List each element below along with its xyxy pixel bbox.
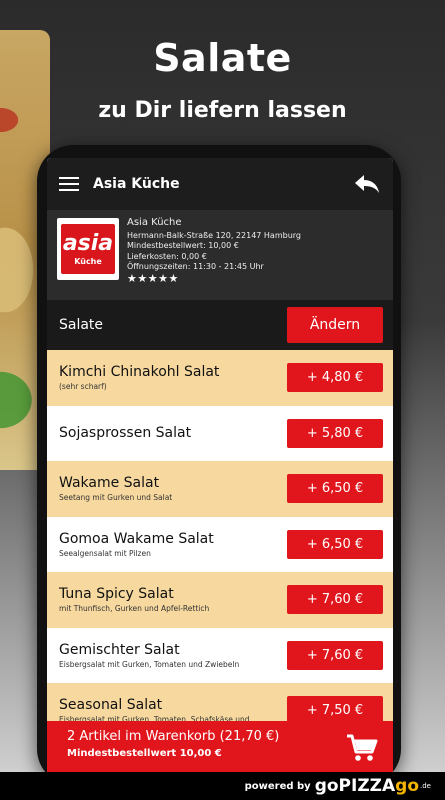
change-category-button[interactable]: Ändern xyxy=(287,307,383,343)
shop-info: Asia Küche Hermann-Balk-Straße 120, 2214… xyxy=(127,217,301,292)
cart-summary: 2 Artikel im Warenkorb (21,70 €) xyxy=(67,729,280,744)
cart-min-order: Mindestbestellwert 10,00 € xyxy=(67,748,222,759)
brand-go-2: go xyxy=(395,776,420,796)
brand-go: go xyxy=(314,776,339,796)
item-name: Tuna Spicy Salat xyxy=(59,586,174,603)
shop-name: Asia Küche xyxy=(127,217,182,228)
footer-prefix: powered by xyxy=(244,780,311,792)
category-bar: Salate Ändern xyxy=(47,300,393,350)
item-description: Eisbergsalat mit Gurken, Tomaten und Zwi… xyxy=(59,659,240,669)
shopping-cart-icon[interactable] xyxy=(345,733,379,763)
item-name: Wakame Salat xyxy=(59,475,160,492)
back-arrow-icon[interactable] xyxy=(353,173,381,195)
item-description: Seetang mit Gurken und Salat xyxy=(59,493,173,503)
item-name: Gomoa Wakame Salat xyxy=(59,530,214,547)
add-item-button[interactable]: + 7,60 € xyxy=(287,585,383,615)
add-item-button[interactable]: + 7,60 € xyxy=(287,640,383,670)
menu-list: Kimchi Chinakohl Salat (sehr scharf) + 4… xyxy=(47,350,393,739)
shop-logo: asia Küche xyxy=(57,218,119,280)
add-item-button[interactable]: + 6,50 € xyxy=(287,474,383,504)
item-name: Kimchi Chinakohl Salat xyxy=(59,364,220,381)
item-name: Gemischter Salat xyxy=(59,641,180,658)
menu-item[interactable]: Gemischter Salat Eisbergsalat mit Gurken… xyxy=(47,627,393,683)
item-name: Sojasprossen Salat xyxy=(59,425,192,442)
add-item-button[interactable]: + 4,80 € xyxy=(287,363,383,393)
shop-delivery-cost: Lieferkosten: 0,00 € xyxy=(127,251,207,261)
item-name: Seasonal Salat xyxy=(59,697,163,714)
logo-subtext: Küche xyxy=(74,256,102,266)
app-screen: Asia Küche asia Küche Asia Küche Hermann… xyxy=(47,158,393,775)
footer-brand: goPIZZAgo xyxy=(315,776,419,796)
shop-min-order: Mindestbestellwert: 10,00 € xyxy=(127,241,239,250)
menu-item[interactable]: Tuna Spicy Salat mit Thunfisch, Gurken u… xyxy=(47,572,393,628)
add-item-button[interactable]: + 5,80 € xyxy=(287,418,383,448)
shop-header: asia Küche Asia Küche Hermann-Balk-Straß… xyxy=(47,210,393,300)
rating-stars: ★★★★★ xyxy=(127,271,179,285)
footer-tld: .de xyxy=(420,782,431,790)
hero-subtitle: zu Dir liefern lassen xyxy=(98,98,347,123)
shop-hours: Öffnungszeiten: 11:30 - 21:45 Uhr xyxy=(127,262,264,271)
shop-address: Hermann-Balk-Straße 120, 22147 Hamburg xyxy=(127,230,301,240)
powered-by-footer: powered by goPIZZAgo .de xyxy=(0,772,445,800)
menu-item[interactable]: Wakame Salat Seetang mit Gurken und Sala… xyxy=(47,461,393,517)
cart-bar[interactable]: 2 Artikel im Warenkorb (21,70 €) Mindest… xyxy=(47,721,393,775)
app-bar: Asia Küche xyxy=(47,158,393,210)
item-description: mit Thunfisch, Gurken und Apfel-Rettich xyxy=(59,604,210,614)
item-description: Seealgensalat mit Pilzen xyxy=(59,548,151,558)
menu-item[interactable]: Gomoa Wakame Salat Seealgensalat mit Pil… xyxy=(47,516,393,572)
menu-item[interactable]: Sojasprossen Salat + 5,80 € xyxy=(47,405,393,461)
hero-title: Salate xyxy=(153,36,292,80)
app-title: Asia Küche xyxy=(93,176,180,192)
logo-text: asia xyxy=(62,230,114,256)
category-label: Salate xyxy=(59,317,104,333)
item-description: (sehr scharf) xyxy=(59,382,107,392)
add-item-button[interactable]: + 6,50 € xyxy=(287,529,383,559)
brand-pizza: PIZZA xyxy=(338,776,396,796)
menu-item[interactable]: Kimchi Chinakohl Salat (sehr scharf) + 4… xyxy=(47,350,393,406)
menu-icon[interactable] xyxy=(59,177,79,191)
